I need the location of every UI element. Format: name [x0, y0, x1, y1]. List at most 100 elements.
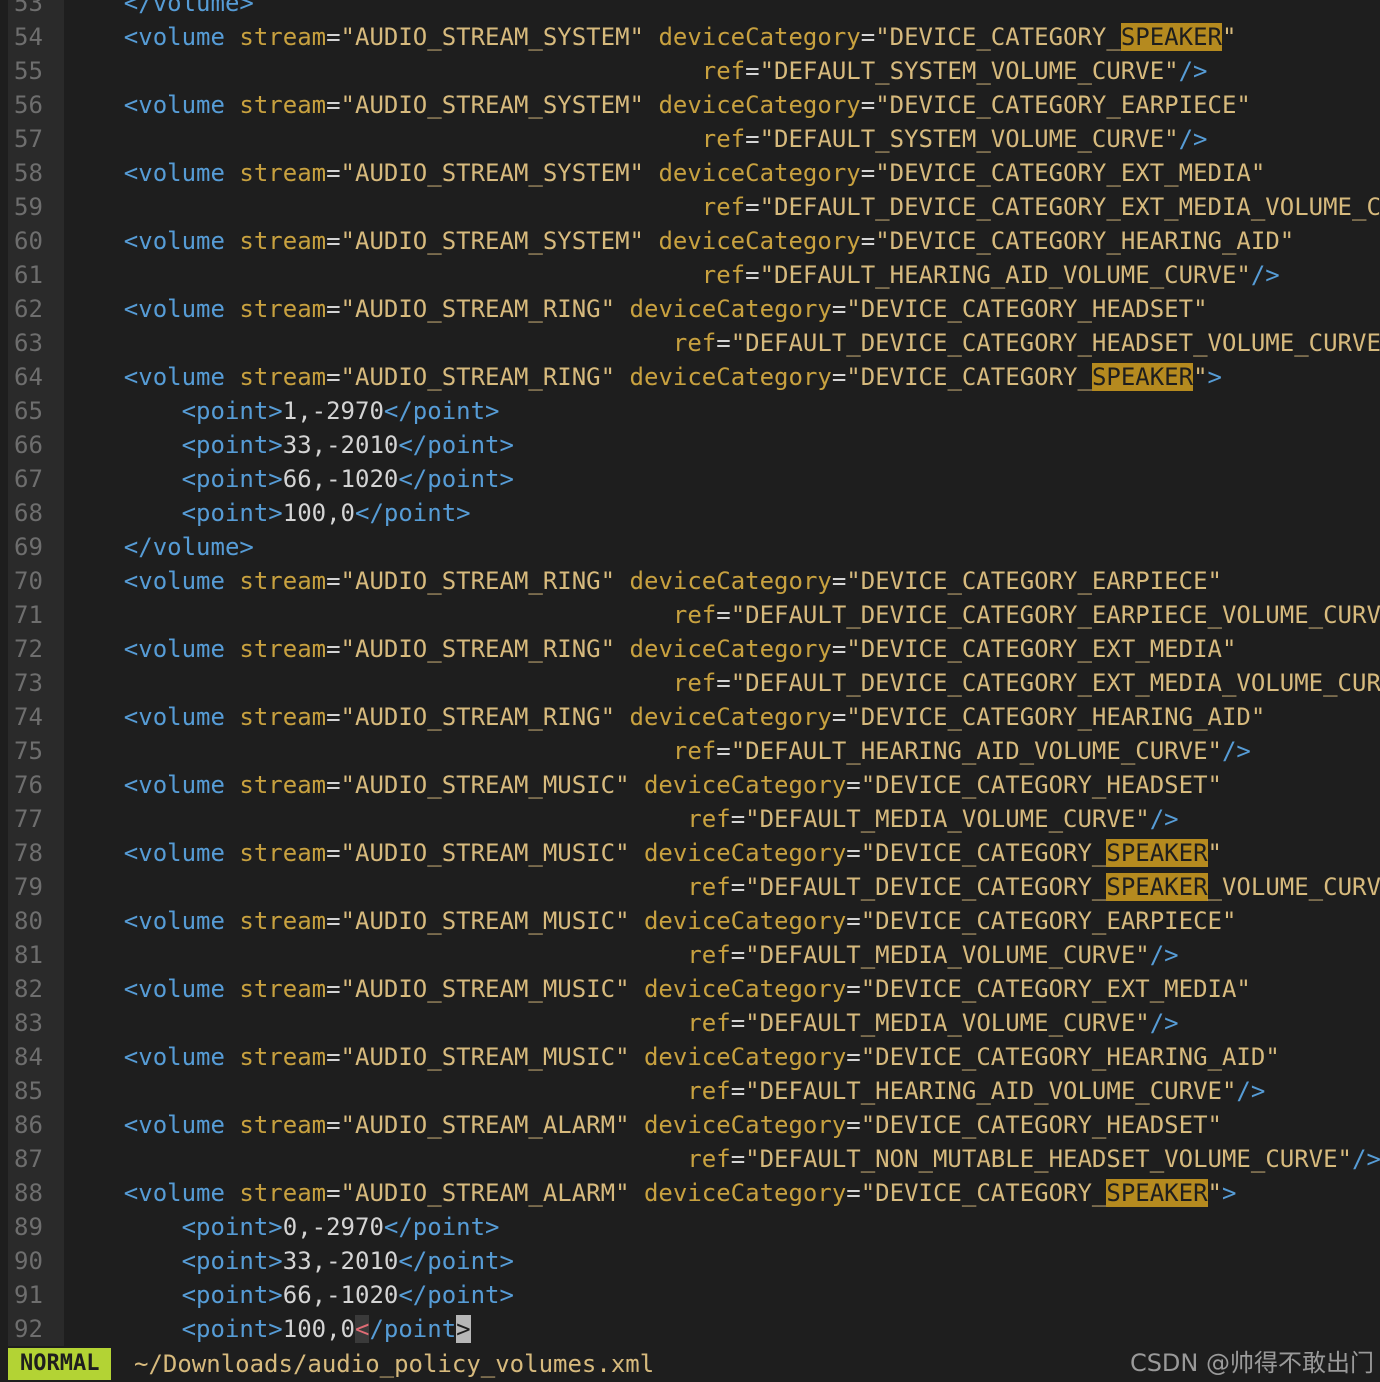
code-line[interactable]: 72 <volume stream="AUDIO_STREAM_RING" de…: [0, 632, 1380, 666]
line-code[interactable]: <volume stream="AUDIO_STREAM_ALARM" devi…: [66, 1108, 1222, 1142]
code-line[interactable]: 68 <point>100,0</point>: [0, 496, 1380, 530]
line-code[interactable]: <volume stream="AUDIO_STREAM_RING" devic…: [66, 360, 1222, 394]
line-code[interactable]: ref="DEFAULT_DEVICE_CATEGORY_EXT_MEDIA_V…: [66, 666, 1380, 700]
line-code[interactable]: ref="DEFAULT_DEVICE_CATEGORY_HEADSET_VOL…: [66, 326, 1380, 360]
code-token: />: [1149, 1009, 1179, 1037]
code-line[interactable]: 57 ref="DEFAULT_SYSTEM_VOLUME_CURVE"/>: [0, 122, 1380, 156]
code-line[interactable]: 64 <volume stream="AUDIO_STREAM_RING" de…: [0, 360, 1380, 394]
line-code[interactable]: <point>100,0</point>: [66, 496, 471, 530]
code-token: "DEFAULT_MEDIA_VOLUME_CURVE": [745, 805, 1150, 833]
line-code[interactable]: ref="DEFAULT_HEARING_AID_VOLUME_CURVE"/>: [66, 258, 1280, 292]
code-token: "DEVICE_CATEGORY_HEADSET": [860, 771, 1222, 799]
code-token: </volume>: [123, 533, 254, 561]
line-code[interactable]: <volume stream="AUDIO_STREAM_SYSTEM" dev…: [66, 20, 1236, 54]
code-line[interactable]: 54 <volume stream="AUDIO_STREAM_SYSTEM" …: [0, 20, 1380, 54]
line-code[interactable]: <point>100,0</point>: [66, 1312, 471, 1346]
line-code[interactable]: ref="DEFAULT_MEDIA_VOLUME_CURVE"/>: [66, 1006, 1179, 1040]
line-number: 74: [14, 703, 43, 731]
code-line[interactable]: 88 <volume stream="AUDIO_STREAM_ALARM" d…: [0, 1176, 1380, 1210]
code-token: />: [1221, 737, 1251, 765]
line-code[interactable]: <volume stream="AUDIO_STREAM_SYSTEM" dev…: [66, 88, 1251, 122]
code-line[interactable]: 81 ref="DEFAULT_MEDIA_VOLUME_CURVE"/>: [0, 938, 1380, 972]
code-line[interactable]: 78 <volume stream="AUDIO_STREAM_MUSIC" d…: [0, 836, 1380, 870]
line-number: 58: [14, 159, 43, 187]
code-line[interactable]: 79 ref="DEFAULT_DEVICE_CATEGORY_SPEAKER_…: [0, 870, 1380, 904]
code-line[interactable]: 67 <point>66,-1020</point>: [0, 462, 1380, 496]
code-line[interactable]: 71 ref="DEFAULT_DEVICE_CATEGORY_EARPIECE…: [0, 598, 1380, 632]
line-code[interactable]: <volume stream="AUDIO_STREAM_ALARM" devi…: [66, 1176, 1236, 1210]
code-line[interactable]: 89 <point>0,-2970</point>: [0, 1210, 1380, 1244]
line-code[interactable]: </volume>: [66, 530, 254, 564]
code-line[interactable]: 65 <point>1,-2970</point>: [0, 394, 1380, 428]
line-code[interactable]: <volume stream="AUDIO_STREAM_SYSTEM" dev…: [66, 156, 1266, 190]
line-code[interactable]: ref="DEFAULT_DEVICE_CATEGORY_SPEAKER_VOL…: [66, 870, 1380, 904]
code-line[interactable]: 70 <volume stream="AUDIO_STREAM_RING" de…: [0, 564, 1380, 598]
line-code[interactable]: ref="DEFAULT_MEDIA_VOLUME_CURVE"/>: [66, 938, 1178, 972]
line-code[interactable]: <point>33,-2010</point>: [66, 428, 514, 462]
line-code[interactable]: <point>0,-2970</point>: [66, 1210, 500, 1244]
code-line[interactable]: 84 <volume stream="AUDIO_STREAM_MUSIC" d…: [0, 1040, 1380, 1074]
code-token: deviceCategory: [643, 839, 847, 867]
line-code[interactable]: ref="DEFAULT_HEARING_AID_VOLUME_CURVE"/>: [66, 734, 1251, 768]
code-line[interactable]: 92 <point>100,0</point>: [0, 1312, 1380, 1346]
code-line[interactable]: 82 <volume stream="AUDIO_STREAM_MUSIC" d…: [0, 972, 1380, 1006]
code-token: ref: [672, 669, 717, 697]
code-token: />: [1352, 1145, 1380, 1173]
code-token: 0,-2970: [282, 1213, 384, 1241]
code-line[interactable]: 66 <point>33,-2010</point>: [0, 428, 1380, 462]
code-line[interactable]: 77 ref="DEFAULT_MEDIA_VOLUME_CURVE"/>: [0, 802, 1380, 836]
code-line[interactable]: 74 <volume stream="AUDIO_STREAM_RING" de…: [0, 700, 1380, 734]
code-line[interactable]: 75 ref="DEFAULT_HEARING_AID_VOLUME_CURVE…: [0, 734, 1380, 768]
code-token: 66,-1020: [282, 1281, 399, 1309]
code-line[interactable]: 60 <volume stream="AUDIO_STREAM_SYSTEM" …: [0, 224, 1380, 258]
line-code[interactable]: <volume stream="AUDIO_STREAM_RING" devic…: [66, 564, 1222, 598]
code-line[interactable]: 63 ref="DEFAULT_DEVICE_CATEGORY_HEADSET_…: [0, 326, 1380, 360]
line-code[interactable]: ref="DEFAULT_NON_MUTABLE_HEADSET_VOLUME_…: [66, 1142, 1380, 1176]
code-line[interactable]: 73 ref="DEFAULT_DEVICE_CATEGORY_EXT_MEDI…: [0, 666, 1380, 700]
code-line[interactable]: 59 ref="DEFAULT_DEVICE_CATEGORY_EXT_MEDI…: [0, 190, 1380, 224]
code-token: =: [326, 567, 341, 595]
code-token: "DEVICE_CATEGORY_HEADSET": [846, 295, 1208, 323]
line-code[interactable]: <point>66,-1020</point>: [66, 1278, 514, 1312]
code-line[interactable]: 91 <point>66,-1020</point>: [0, 1278, 1380, 1312]
code-line[interactable]: 80 <volume stream="AUDIO_STREAM_MUSIC" d…: [0, 904, 1380, 938]
code-line[interactable]: 61 ref="DEFAULT_HEARING_AID_VOLUME_CURVE…: [0, 258, 1380, 292]
line-code[interactable]: <volume stream="AUDIO_STREAM_MUSIC" devi…: [66, 972, 1251, 1006]
line-code[interactable]: ref="DEFAULT_DEVICE_CATEGORY_EXT_MEDIA_V…: [66, 190, 1380, 224]
code-line[interactable]: 76 <volume stream="AUDIO_STREAM_MUSIC" d…: [0, 768, 1380, 802]
code-token: stream: [239, 567, 327, 595]
code-line[interactable]: 56 <volume stream="AUDIO_STREAM_SYSTEM" …: [0, 88, 1380, 122]
code-line[interactable]: 90 <point>33,-2010</point>: [0, 1244, 1380, 1278]
line-code[interactable]: <volume stream="AUDIO_STREAM_MUSIC" devi…: [66, 1040, 1280, 1074]
code-line[interactable]: 62 <volume stream="AUDIO_STREAM_RING" de…: [0, 292, 1380, 326]
line-code[interactable]: ref="DEFAULT_MEDIA_VOLUME_CURVE"/>: [66, 802, 1178, 836]
line-code[interactable]: <volume stream="AUDIO_STREAM_RING" devic…: [66, 700, 1266, 734]
line-code[interactable]: <volume stream="AUDIO_STREAM_MUSIC" devi…: [66, 768, 1222, 802]
code-line[interactable]: 86 <volume stream="AUDIO_STREAM_ALARM" d…: [0, 1108, 1380, 1142]
line-code[interactable]: <volume stream="AUDIO_STREAM_MUSIC" devi…: [66, 836, 1222, 870]
code-line[interactable]: 58 <volume stream="AUDIO_STREAM_SYSTEM" …: [0, 156, 1380, 190]
code-line[interactable]: 87 ref="DEFAULT_NON_MUTABLE_HEADSET_VOLU…: [0, 1142, 1380, 1176]
code-lines[interactable]: 53 </volume> 54 <volume stream="AUDIO_STR…: [0, 0, 1380, 1346]
code-line[interactable]: 53 </volume>: [0, 0, 1380, 20]
code-line[interactable]: 85 ref="DEFAULT_HEARING_AID_VOLUME_CURVE…: [0, 1074, 1380, 1108]
line-code[interactable]: ref="DEFAULT_DEVICE_CATEGORY_EARPIECE_VO…: [66, 598, 1380, 632]
line-code[interactable]: <point>1,-2970</point>: [66, 394, 500, 428]
code-line[interactable]: 55 ref="DEFAULT_SYSTEM_VOLUME_CURVE"/>: [0, 54, 1380, 88]
line-code[interactable]: <volume stream="AUDIO_STREAM_SYSTEM" dev…: [66, 224, 1294, 258]
line-code[interactable]: <volume stream="AUDIO_STREAM_RING" devic…: [66, 292, 1208, 326]
code-line[interactable]: 69 </volume>: [0, 530, 1380, 564]
line-code[interactable]: <volume stream="AUDIO_STREAM_RING" devic…: [66, 632, 1237, 666]
code-token: <volume: [123, 635, 240, 663]
editor-pane[interactable]: 53 </volume> 54 <volume stream="AUDIO_STR…: [0, 0, 1380, 1346]
line-code[interactable]: ref="DEFAULT_HEARING_AID_VOLUME_CURVE"/>: [66, 1074, 1265, 1108]
line-code[interactable]: <volume stream="AUDIO_STREAM_MUSIC" devi…: [66, 904, 1237, 938]
code-token: "AUDIO_STREAM_RING": [340, 567, 616, 595]
line-code[interactable]: ref="DEFAULT_SYSTEM_VOLUME_CURVE"/>: [66, 122, 1208, 156]
line-code[interactable]: ref="DEFAULT_SYSTEM_VOLUME_CURVE"/>: [66, 54, 1208, 88]
line-code[interactable]: <point>66,-1020</point>: [66, 462, 514, 496]
line-number: 59: [14, 193, 43, 221]
code-line[interactable]: 83 ref="DEFAULT_MEDIA_VOLUME_CURVE"/>: [0, 1006, 1380, 1040]
line-code[interactable]: <point>33,-2010</point>: [66, 1244, 514, 1278]
line-code[interactable]: </volume>: [66, 0, 254, 20]
